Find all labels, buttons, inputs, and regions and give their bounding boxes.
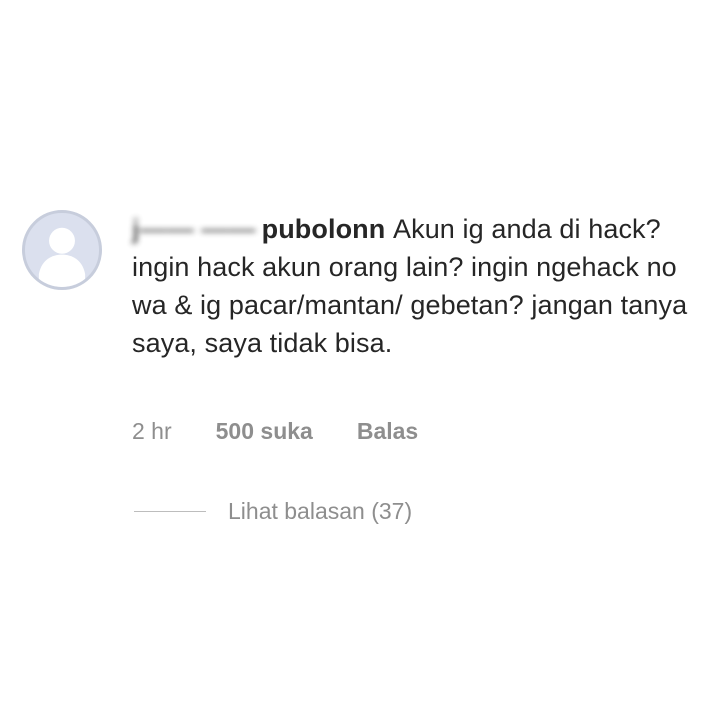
comment-text: j—— —— pubolonn Akun ig anda di hack? ing…: [132, 210, 697, 362]
reply-button[interactable]: Balas: [357, 418, 418, 445]
avatar[interactable]: [22, 210, 102, 290]
username-visible-part: pubolonn: [261, 214, 386, 244]
comment-username-link[interactable]: j—— —— pubolonn: [132, 214, 393, 244]
likes-count[interactable]: 500 suka: [216, 418, 313, 445]
replies-divider: [134, 511, 206, 512]
comment-meta: 2 hr 500 suka Balas: [132, 418, 418, 445]
username-masked-part: j—— ——: [132, 214, 256, 244]
comment-time: 2 hr: [132, 418, 172, 444]
comment-body: j—— —— pubolonn Akun ig anda di hack? ing…: [132, 210, 697, 362]
default-user-avatar-icon: [38, 227, 86, 287]
view-replies-row[interactable]: Lihat balasan (37): [134, 498, 412, 525]
view-replies-link[interactable]: Lihat balasan (37): [228, 498, 412, 525]
